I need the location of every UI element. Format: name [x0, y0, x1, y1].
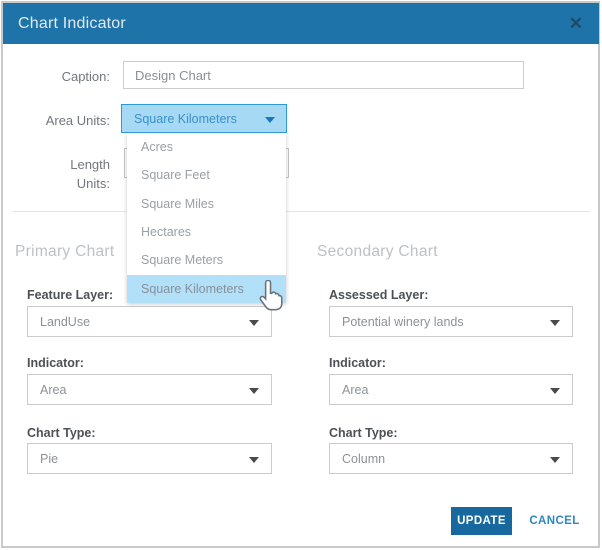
- primary-chart-type-label: Chart Type:: [27, 426, 272, 440]
- dropdown-option-square-meters[interactable]: Square Meters: [127, 246, 286, 274]
- dialog-title: Chart Indicator: [18, 15, 126, 33]
- area-units-select[interactable]: Square Kilometers: [121, 104, 287, 133]
- assessed-layer-label: Assessed Layer:: [329, 288, 573, 302]
- cancel-button[interactable]: CANCEL: [527, 507, 582, 535]
- feature-layer-select[interactable]: LandUse: [27, 306, 272, 337]
- secondary-indicator-select[interactable]: Area: [329, 374, 573, 405]
- dropdown-option-square-miles[interactable]: Square Miles: [127, 190, 286, 218]
- caption-input[interactable]: [123, 61, 524, 89]
- dropdown-option-square-feet[interactable]: Square Feet: [127, 161, 286, 189]
- length-units-label: Length Units:: [40, 155, 110, 193]
- secondary-chart-type-select[interactable]: Column: [329, 443, 573, 474]
- secondary-indicator-value: Area: [342, 383, 368, 397]
- dropdown-option-hectares[interactable]: Hectares: [127, 218, 286, 246]
- area-units-dropdown-list: Acres Square Feet Square Miles Hectares …: [127, 133, 286, 303]
- primary-chart-heading: Primary Chart: [15, 243, 115, 261]
- update-button[interactable]: UPDATE: [451, 507, 512, 535]
- primary-indicator-value: Area: [40, 383, 66, 397]
- area-units-label: Area Units:: [20, 113, 110, 128]
- dropdown-arrow-icon: [550, 320, 560, 326]
- dialog-header: Chart Indicator ✕: [3, 3, 599, 44]
- dropdown-option-acres[interactable]: Acres: [127, 133, 286, 161]
- primary-chart-type-select[interactable]: Pie: [27, 443, 272, 474]
- primary-chart-type-value: Pie: [40, 452, 58, 466]
- secondary-chart-type-label: Chart Type:: [329, 426, 573, 440]
- primary-indicator-label: Indicator:: [27, 356, 272, 370]
- dropdown-arrow-icon: [550, 457, 560, 463]
- assessed-layer-select[interactable]: Potential winery lands: [329, 306, 573, 337]
- dropdown-arrow-icon: [249, 457, 259, 463]
- dropdown-arrow-icon: [249, 388, 259, 394]
- secondary-chart-type-value: Column: [342, 452, 385, 466]
- dropdown-arrow-icon: [265, 117, 275, 123]
- section-divider: [12, 211, 590, 212]
- caption-label: Caption:: [20, 69, 110, 84]
- feature-layer-value: LandUse: [40, 315, 90, 329]
- area-units-selected-value: Square Kilometers: [134, 112, 237, 126]
- dropdown-arrow-icon: [249, 320, 259, 326]
- secondary-indicator-label: Indicator:: [329, 356, 573, 370]
- primary-indicator-select[interactable]: Area: [27, 374, 272, 405]
- close-icon[interactable]: ✕: [565, 3, 587, 44]
- dropdown-arrow-icon: [550, 388, 560, 394]
- dropdown-option-square-kilometers[interactable]: Square Kilometers: [127, 275, 286, 303]
- chart-indicator-dialog: Chart Indicator ✕ Caption: Area Units: S…: [0, 0, 602, 550]
- assessed-layer-value: Potential winery lands: [342, 315, 464, 329]
- secondary-chart-heading: Secondary Chart: [317, 243, 438, 261]
